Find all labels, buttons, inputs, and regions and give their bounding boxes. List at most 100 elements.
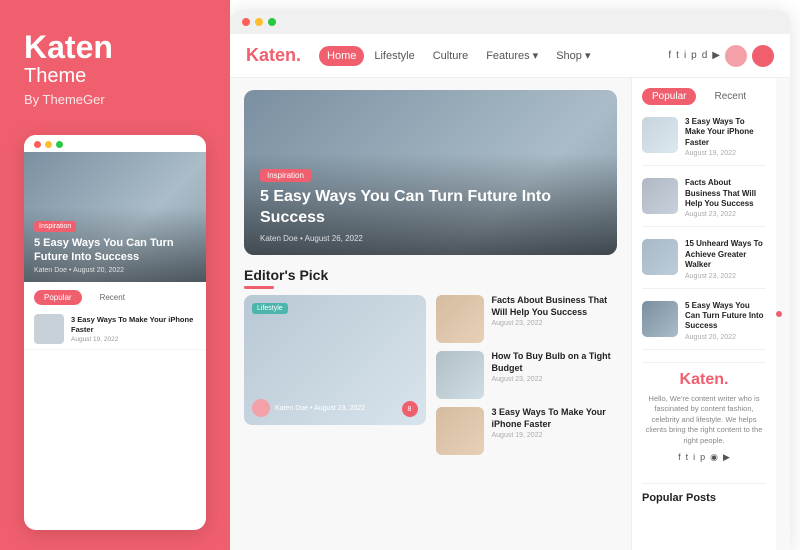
pinterest-icon: p xyxy=(691,50,697,61)
editor-list-item-0[interactable]: Facts About Business That Will Help You … xyxy=(436,295,618,343)
section-underline xyxy=(244,286,274,289)
sidebar-post-3[interactable]: 5 Easy Ways You Can Turn Future Into Suc… xyxy=(642,301,766,350)
sidebar-thumb-1 xyxy=(642,178,678,214)
mobile-tab-recent[interactable]: Recent xyxy=(90,290,135,305)
editor-list-item-1[interactable]: How To Buy Bulb on a Tight Budget August… xyxy=(436,351,618,399)
mobile-preview: Inspiration 5 Easy Ways You Can Turn Fut… xyxy=(24,135,206,530)
brand-name: Katen xyxy=(24,29,113,65)
dot-yellow xyxy=(45,141,52,148)
sidebar-popular-posts-title: Popular Posts xyxy=(642,483,766,504)
sidebar-post-date-0: August 19, 2022 xyxy=(685,150,766,157)
editor-list-item-2[interactable]: 3 Easy Ways To Make Your iPhone Faster A… xyxy=(436,407,618,455)
browser-panel: Katen. Home Lifestyle Culture Features ▾… xyxy=(230,10,790,550)
dot-red xyxy=(34,141,41,148)
sidebar-post-info-1: Facts About Business That Will Help You … xyxy=(685,178,766,218)
editors-grid: Lifestyle Katen Doe • August 23, 2022 8 xyxy=(244,295,617,455)
editor-right-col: Facts About Business That Will Help You … xyxy=(436,295,618,455)
browser-topbar xyxy=(230,10,790,34)
sidebar-post-0[interactable]: 3 Easy Ways To Make Your iPhone Faster A… xyxy=(642,117,766,166)
sidebar-tab-popular[interactable]: Popular xyxy=(642,88,696,105)
mobile-hero-title: 5 Easy Ways You Can Turn Future Into Suc… xyxy=(34,236,196,265)
scroll-indicator xyxy=(776,78,790,550)
editor-title-1: How To Buy Bulb on a Tight Budget xyxy=(492,351,618,374)
nav-link-home[interactable]: Home xyxy=(319,46,364,66)
nav-link-culture[interactable]: Culture xyxy=(425,46,476,66)
sidebar-post-title-3: 5 Easy Ways You Can Turn Future Into Suc… xyxy=(685,301,766,332)
mobile-list-thumb xyxy=(34,314,64,344)
editor-thumb-0 xyxy=(436,295,484,343)
left-brand: Katen Theme By ThemeGer xyxy=(24,30,206,107)
nav-avatar-1[interactable] xyxy=(725,45,747,67)
sidebar-post-title-0: 3 Easy Ways To Make Your iPhone Faster xyxy=(685,117,766,148)
hero-meta: Katen Doe • August 26, 2022 xyxy=(260,234,601,243)
editor-meta-text: Katen Doe • August 23, 2022 xyxy=(275,405,365,412)
mobile-list-item: 3 Easy Ways To Make Your iPhone Faster A… xyxy=(24,309,206,350)
editors-section: Editor's Pick Lifestyle Katen Doe • Augu… xyxy=(244,267,617,455)
mobile-list-text: 3 Easy Ways To Make Your iPhone Faster A… xyxy=(71,315,196,343)
editor-thumb-1 xyxy=(436,351,484,399)
comments-badge: 8 xyxy=(402,401,418,417)
editor-card-meta: Katen Doe • August 23, 2022 xyxy=(252,399,365,417)
nav-brand: Katen. xyxy=(246,45,301,66)
sidebar-post-title-1: Facts About Business That Will Help You … xyxy=(685,178,766,209)
sidebar-post-2[interactable]: 15 Unheard Ways To Achieve Greater Walke… xyxy=(642,239,766,288)
browser-dot-red xyxy=(242,18,250,26)
mobile-list-date: August 19, 2022 xyxy=(71,336,196,343)
editor-info-1: How To Buy Bulb on a Tight Budget August… xyxy=(492,351,618,383)
sidebar-post-1[interactable]: Facts About Business That Will Help You … xyxy=(642,178,766,227)
sidebar-post-title-2: 15 Unheard Ways To Achieve Greater Walke… xyxy=(685,239,766,270)
sidebar-twitter-icon[interactable]: t xyxy=(686,452,689,463)
sidebar-medium-icon[interactable]: ◉ xyxy=(710,452,718,463)
sidebar-instagram-icon[interactable]: i xyxy=(693,452,695,463)
facebook-icon: f xyxy=(668,50,671,61)
editor-avatar xyxy=(252,399,270,417)
sidebar-facebook-icon[interactable]: f xyxy=(678,452,681,463)
browser-nav: Katen. Home Lifestyle Culture Features ▾… xyxy=(230,34,790,78)
hero-card[interactable]: Inspiration 5 Easy Ways You Can Turn Fut… xyxy=(244,90,617,255)
browser-dot-yellow xyxy=(255,18,263,26)
left-panel: Katen Theme By ThemeGer Inspiration 5 Ea… xyxy=(0,0,230,550)
brand-theme: Theme xyxy=(24,65,206,88)
tiktok-icon: d xyxy=(702,50,708,61)
editor-info-2: 3 Easy Ways To Make Your iPhone Faster A… xyxy=(492,407,618,439)
twitter-icon: t xyxy=(676,50,679,61)
editors-section-header: Editor's Pick xyxy=(244,267,617,289)
browser-center: Inspiration 5 Easy Ways You Can Turn Fut… xyxy=(230,78,631,550)
editor-thumb-2 xyxy=(436,407,484,455)
hero-overlay: Inspiration 5 Easy Ways You Can Turn Fut… xyxy=(244,153,617,255)
sidebar-social-icons: f t i p ◉ ▶ xyxy=(642,452,766,463)
browser-dot-green xyxy=(268,18,276,26)
sidebar-tab-recent[interactable]: Recent xyxy=(704,88,756,105)
sidebar-youtube-icon[interactable]: ▶ xyxy=(723,452,730,463)
mobile-list-title: 3 Easy Ways To Make Your iPhone Faster xyxy=(71,315,196,335)
sidebar-tabs: Popular Recent xyxy=(642,88,766,105)
nav-link-shop[interactable]: Shop ▾ xyxy=(548,45,598,66)
mobile-tab-popular[interactable]: Popular xyxy=(34,290,82,305)
sidebar-thumb-0 xyxy=(642,117,678,153)
editor-card-tag: Lifestyle xyxy=(252,303,288,314)
sidebar-pinterest-icon[interactable]: p xyxy=(700,452,705,463)
mobile-hero-meta: Katen Doe • August 20, 2022 xyxy=(34,267,196,274)
sidebar-post-date-3: August 20, 2022 xyxy=(685,334,766,341)
sidebar-brand-desc: Hello, We're content writer who is fasci… xyxy=(642,394,766,447)
sidebar-post-info-2: 15 Unheard Ways To Achieve Greater Walke… xyxy=(685,239,766,279)
mobile-tabs: Popular Recent xyxy=(24,282,206,309)
nav-avatar-2[interactable] xyxy=(752,45,774,67)
mobile-header xyxy=(24,135,206,152)
nav-link-lifestyle[interactable]: Lifestyle xyxy=(366,46,422,66)
brand-by: By ThemeGer xyxy=(24,92,206,107)
editors-section-title: Editor's Pick xyxy=(244,267,328,283)
mobile-hero: Inspiration 5 Easy Ways You Can Turn Fut… xyxy=(24,152,206,282)
nav-links: Home Lifestyle Culture Features ▾ Shop ▾ xyxy=(319,45,668,66)
instagram-icon: i xyxy=(684,50,686,61)
sidebar-thumb-3 xyxy=(642,301,678,337)
nav-icons: f t i p d ▶ xyxy=(668,45,774,67)
editor-card-large[interactable]: Lifestyle Katen Doe • August 23, 2022 8 xyxy=(244,295,426,425)
nav-link-features[interactable]: Features ▾ xyxy=(478,45,546,66)
editor-date-0: August 23, 2022 xyxy=(492,320,618,327)
sidebar-brand-name: Katen. xyxy=(642,371,766,389)
sidebar-post-info-0: 3 Easy Ways To Make Your iPhone Faster A… xyxy=(685,117,766,157)
browser-sidebar: Popular Recent 3 Easy Ways To Make Your … xyxy=(631,78,776,550)
browser-main: Inspiration 5 Easy Ways You Can Turn Fut… xyxy=(230,78,790,550)
sidebar-thumb-2 xyxy=(642,239,678,275)
